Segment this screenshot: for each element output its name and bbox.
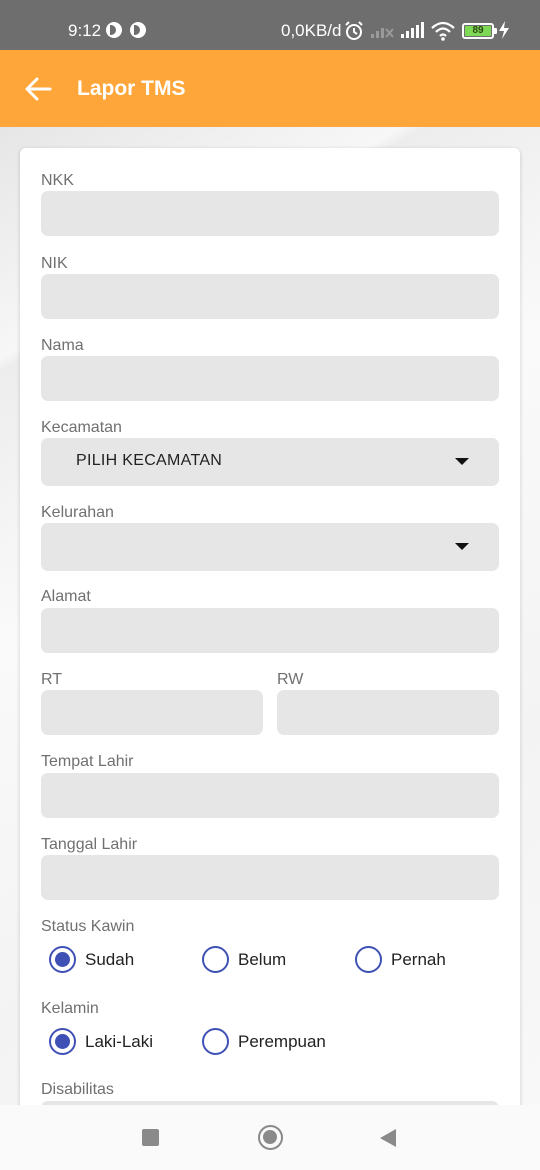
rt-input[interactable] — [41, 690, 263, 735]
arrow-left-icon[interactable] — [22, 72, 56, 106]
tempat-lahir-label: Tempat Lahir — [41, 753, 134, 770]
signal-off-icon — [371, 28, 394, 38]
battery-level: 89 — [472, 25, 484, 36]
kelurahan-dropdown[interactable] — [41, 523, 499, 571]
alamat-field[interactable] — [41, 608, 499, 653]
kecamatan-selected: PILIH KECAMATAN — [76, 452, 223, 469]
caret-down-icon — [455, 543, 469, 550]
kecamatan-dropdown[interactable]: PILIH KECAMATAN — [41, 438, 499, 486]
nik-label: NIK — [41, 255, 68, 272]
signal-icon — [401, 22, 424, 38]
status-time: 9:12 — [68, 21, 102, 40]
radio-unchecked-icon — [202, 1028, 229, 1055]
kecamatan-label: Kecamatan — [41, 419, 122, 436]
back-triangle-icon[interactable] — [380, 1129, 396, 1147]
status-kawin-label: Status Kawin — [41, 918, 135, 935]
nik-field[interactable] — [41, 274, 499, 319]
radio-label: Laki-Laki — [85, 1032, 154, 1051]
caret-down-icon — [455, 458, 469, 465]
form-card: NKK NIK Nama Kecamatan PILIH KECAMATAN K… — [20, 148, 520, 1128]
nkk-field[interactable] — [41, 191, 499, 236]
radio-label: Sudah — [85, 950, 135, 969]
radio-label: Pernah — [391, 950, 446, 969]
notification-badge-icon — [106, 22, 122, 38]
app-bar: Lapor TMS — [0, 50, 540, 127]
rw-input[interactable] — [277, 690, 499, 735]
nkk-input[interactable] — [41, 191, 499, 236]
home-circle-icon[interactable] — [258, 1125, 283, 1150]
kelamin-label: Kelamin — [41, 1000, 99, 1017]
rw-label: RW — [277, 671, 304, 688]
radio-laki-laki[interactable]: Laki-Laki — [49, 1028, 189, 1058]
page-title: Lapor TMS — [77, 77, 186, 100]
wifi-icon — [431, 21, 455, 41]
status-bar: 9:12 0,0KB/d 89 — [0, 0, 540, 50]
tempat-lahir-field[interactable] — [41, 773, 499, 818]
tanggal-lahir-input[interactable] — [41, 855, 499, 900]
navigation-bar — [0, 1105, 540, 1170]
tanggal-lahir-label: Tanggal Lahir — [41, 836, 138, 853]
radio-sudah[interactable]: Sudah — [49, 946, 169, 976]
radio-unchecked-icon — [202, 946, 229, 973]
battery-icon: 89 — [462, 23, 497, 39]
network-speed: 0,0KB/d — [281, 21, 342, 40]
radio-label: Belum — [238, 950, 287, 969]
charging-icon — [499, 21, 509, 39]
disabilitas-label: Disabilitas — [41, 1081, 114, 1098]
rt-label: RT — [41, 671, 63, 688]
radio-label: Perempuan — [238, 1032, 326, 1051]
alamat-label: Alamat — [41, 588, 91, 605]
radio-checked-icon — [49, 1028, 76, 1055]
nkk-label: NKK — [41, 172, 74, 189]
notification-badge-icon — [130, 22, 146, 38]
nama-label: Nama — [41, 337, 84, 354]
radio-pernah[interactable]: Pernah — [355, 946, 475, 976]
nik-input[interactable] — [41, 274, 499, 319]
tanggal-lahir-field[interactable] — [41, 855, 499, 900]
rt-field[interactable] — [41, 690, 263, 735]
radio-belum[interactable]: Belum — [202, 946, 322, 976]
recents-square-icon[interactable] — [142, 1129, 159, 1146]
radio-checked-icon — [49, 946, 76, 973]
radio-perempuan[interactable]: Perempuan — [202, 1028, 362, 1058]
tempat-lahir-input[interactable] — [41, 773, 499, 818]
alarm-icon — [345, 21, 363, 40]
nama-input[interactable] — [41, 356, 499, 401]
alamat-input[interactable] — [41, 608, 499, 653]
kelurahan-label: Kelurahan — [41, 504, 114, 521]
nama-field[interactable] — [41, 356, 499, 401]
rw-field[interactable] — [277, 690, 499, 735]
radio-unchecked-icon — [355, 946, 382, 973]
